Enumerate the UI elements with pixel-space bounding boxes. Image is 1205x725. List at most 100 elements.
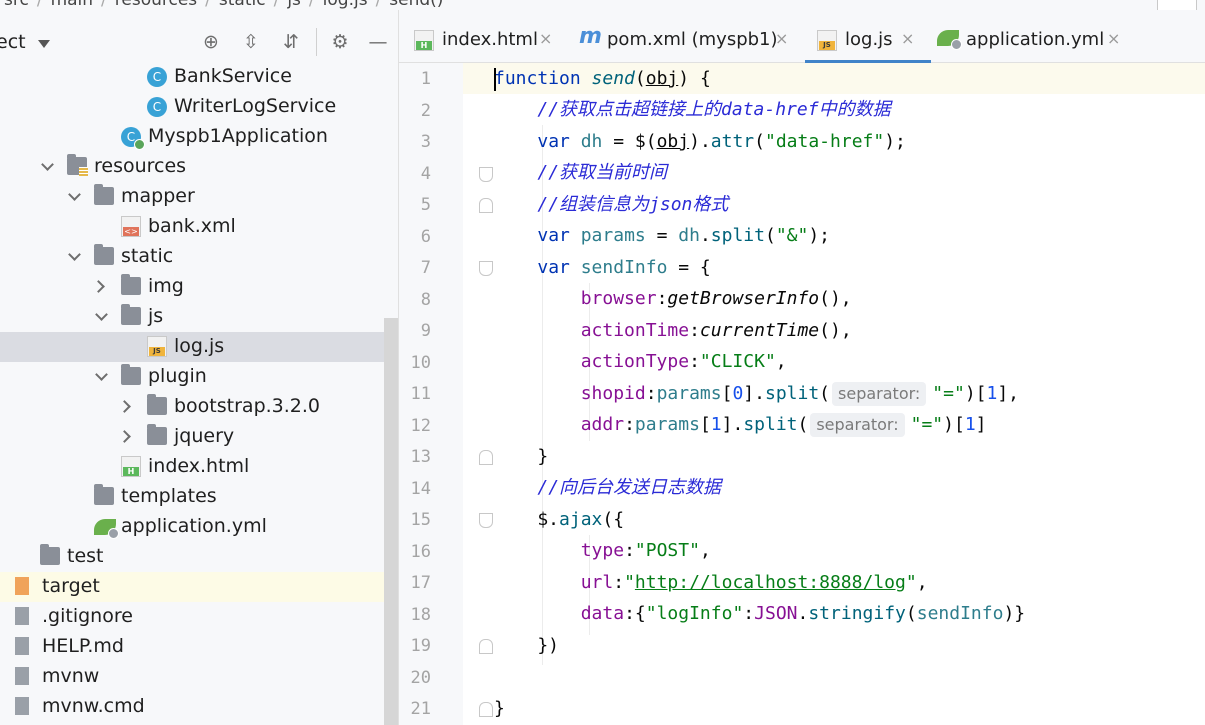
tree-item-label: plugin — [148, 365, 207, 387]
tree-item[interactable]: target — [0, 572, 384, 602]
fold-collapse-icon[interactable] — [479, 513, 493, 528]
fold-collapse-icon[interactable] — [479, 166, 493, 182]
tree-item[interactable]: .gitignore — [0, 602, 384, 632]
tree-item[interactable]: jquery — [0, 422, 384, 452]
tree-item-label: img — [148, 275, 184, 297]
tree-item-label: Myspb1Application — [148, 125, 328, 147]
locate-icon[interactable]: ⊕ — [199, 30, 223, 54]
parameter-hint: separator: — [810, 413, 905, 437]
chevron-right-icon[interactable] — [96, 280, 106, 290]
code-line-8: browser:getBrowserInfo(), — [580, 288, 852, 309]
minimize-icon[interactable]: — — [366, 30, 390, 54]
js-file-icon — [147, 336, 167, 357]
line-gutter: 1 2 3 4 5 6 7 8 9 10 11 12 13 14 15 16 17 18 19 20 21 — [399, 63, 493, 725]
breadcrumb-segment[interactable]: js — [287, 0, 301, 10]
file-icon — [15, 667, 29, 685]
code-content[interactable]: function send(obj) { //获取点击超链接上的data-hre… — [494, 63, 1025, 719]
yml-file-icon-shape — [937, 30, 962, 50]
close-icon[interactable]: × — [539, 29, 552, 48]
code-line-18: data:{"logInfo":JSON.stringify(sendInfo)… — [580, 603, 1026, 624]
line-number: 9 — [420, 321, 431, 341]
html-file-icon — [121, 456, 141, 477]
line-number: 17 — [410, 573, 431, 593]
editor-tab[interactable]: log.js × — [805, 24, 931, 63]
chevron-down-icon[interactable] — [96, 370, 106, 380]
editor-area: index.html×mpom.xml (myspb1)×log.js×appl… — [399, 10, 1205, 725]
tree-item[interactable]: log.js — [0, 332, 384, 362]
tree-item[interactable]: application.yml — [0, 512, 384, 542]
tree-item-label: templates — [121, 485, 217, 507]
editor-tab[interactable]: m pom.xml (myspb1) × — [579, 24, 795, 60]
breadcrumb-segment[interactable]: src — [4, 0, 29, 10]
tree-item[interactable]: plugin — [0, 362, 384, 392]
chevron-down-icon[interactable] — [69, 250, 79, 260]
url-link[interactable]: http://localhost:8888/log — [635, 572, 906, 593]
folder-icon — [40, 544, 60, 565]
fold-end-icon[interactable] — [479, 639, 493, 654]
chevron-down-icon[interactable] — [69, 190, 79, 200]
tree-item[interactable]: test — [0, 542, 384, 572]
folder-icon — [147, 394, 167, 415]
breadcrumb-separator: / — [101, 0, 107, 10]
expand-all-icon[interactable]: ⇳ — [239, 30, 263, 54]
tree-item[interactable]: mapper — [0, 182, 384, 212]
tree-item[interactable]: C WriterLogService — [0, 92, 384, 122]
class-icon: C — [147, 67, 167, 87]
tab-label: pom.xml (myspb1) — [607, 29, 778, 50]
tree-item[interactable]: bootstrap.3.2.0 — [0, 392, 384, 422]
breadcrumb-separator: / — [375, 0, 382, 10]
fold-end-icon[interactable] — [479, 702, 493, 717]
code-line-11: shopid:params[0].split(separator: "=")[1]… — [580, 382, 1020, 406]
gear-icon[interactable]: ⚙ — [328, 30, 352, 54]
breadcrumb-separator: / — [308, 0, 315, 10]
breadcrumb-segment[interactable]: static — [219, 0, 266, 10]
chevron-down-icon[interactable] — [38, 40, 50, 48]
tree-item[interactable]: HELP.md — [0, 632, 384, 662]
editor-tab[interactable]: index.html× — [414, 24, 559, 60]
code-line-13: } — [494, 446, 549, 467]
tree-item[interactable]: js — [0, 302, 384, 332]
chevron-right-icon[interactable] — [122, 430, 132, 440]
tree-item[interactable]: bank.xml — [0, 212, 384, 242]
breadcrumb-segment[interactable]: send() — [389, 0, 443, 10]
tree-item[interactable]: mvnw.cmd — [0, 692, 384, 722]
breadcrumb-segment[interactable]: log.js — [323, 0, 368, 10]
line-number: 11 — [410, 384, 431, 404]
tree-item[interactable]: resources — [0, 152, 384, 182]
tree-item[interactable]: img — [0, 272, 384, 302]
fold-end-icon[interactable] — [479, 198, 493, 213]
project-panel-title: ect — [0, 31, 26, 53]
line-number: 4 — [420, 163, 431, 184]
tree-item[interactable]: C Myspb1Application — [0, 122, 384, 152]
chevron-down-icon[interactable] — [96, 310, 106, 320]
code-line-9: actionTime:currentTime(), — [580, 320, 852, 341]
breadcrumb-segment[interactable]: main — [51, 0, 93, 10]
editor-tab[interactable]: application.yml × — [937, 24, 1127, 60]
tree-item[interactable]: C BankService — [0, 62, 384, 92]
chevron-down-icon[interactable] — [42, 160, 52, 170]
file-icon — [15, 607, 29, 625]
fold-end-icon[interactable] — [479, 450, 493, 465]
tree-item-label: log.js — [174, 335, 225, 357]
tab-label: index.html — [442, 29, 538, 50]
close-icon[interactable]: × — [1107, 29, 1120, 48]
breadcrumb-segment[interactable]: resources — [115, 0, 197, 10]
tree-item[interactable]: index.html — [0, 452, 384, 482]
tree-item[interactable]: mvnw — [0, 662, 384, 692]
chevron-right-icon[interactable] — [122, 400, 132, 410]
tree-item[interactable]: templates — [0, 482, 384, 512]
line-number: 3 — [420, 132, 431, 152]
tree-item-label: jquery — [174, 425, 235, 447]
collapse-all-icon[interactable]: ⇵ — [279, 30, 303, 54]
fold-collapse-icon[interactable] — [479, 261, 493, 276]
line-number: 13 — [410, 447, 431, 467]
vertical-scrollbar[interactable] — [384, 318, 398, 725]
tree-item[interactable]: static — [0, 242, 384, 272]
text-caret — [494, 68, 496, 91]
close-icon[interactable]: × — [775, 29, 788, 48]
line-number: 14 — [410, 478, 431, 499]
close-icon[interactable]: × — [901, 29, 914, 48]
file-icon — [15, 697, 29, 715]
tree-item-label: mapper — [121, 185, 195, 207]
code-line-4: //获取当前时间 — [537, 162, 668, 183]
